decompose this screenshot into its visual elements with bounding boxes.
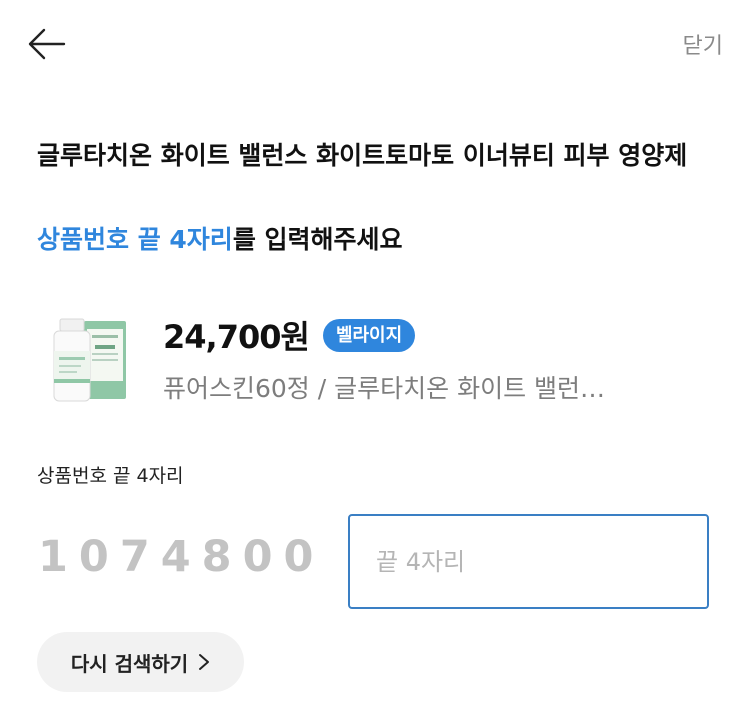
- product-thumbnail: [40, 315, 140, 407]
- header: 닫기: [0, 0, 743, 90]
- close-button[interactable]: 닫기: [683, 28, 723, 60]
- product-title: 글루타치온 화이트 밸런스 화이트토마토 이너뷰티 피부 영양제: [37, 141, 688, 170]
- instruction-rest: 를 입력해주세요: [232, 225, 403, 254]
- price-row: 24,700원 벨라이지: [163, 313, 416, 357]
- field-label: 상품번호 끝 4자리: [37, 465, 184, 487]
- search-again-label: 다시 검색하기: [70, 651, 189, 676]
- product-option-name: 퓨어스킨60정 / 글루타치온 화이트 밸런…: [163, 374, 606, 403]
- product-price: 24,700원: [163, 318, 310, 356]
- search-again-button[interactable]: 다시 검색하기: [37, 632, 244, 692]
- arrow-left-icon: [28, 28, 66, 60]
- chevron-right-icon: [199, 654, 210, 670]
- instruction-text: 상품번호 끝 4자리를 입력해주세요: [37, 220, 403, 260]
- back-button[interactable]: [24, 24, 70, 64]
- instruction-highlight: 상품번호 끝 4자리: [37, 225, 233, 254]
- product-number-prefix: 1074800: [38, 532, 325, 582]
- last-four-digits-input[interactable]: [348, 514, 709, 609]
- product-bottle-image: [53, 318, 126, 402]
- seller-badge: 벨라이지: [322, 318, 416, 352]
